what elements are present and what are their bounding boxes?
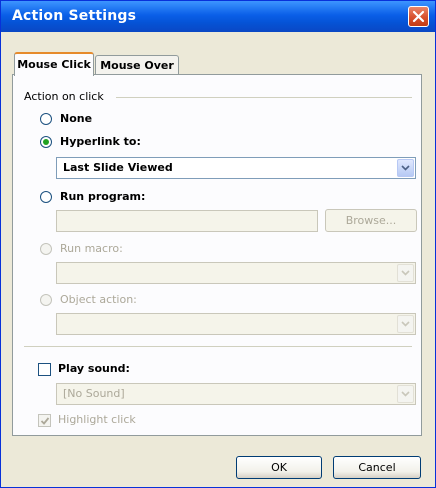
hyperlink-label[interactable]: Hyperlink to: bbox=[60, 135, 141, 148]
object-action-dropdown[interactable] bbox=[56, 313, 416, 335]
close-button[interactable] bbox=[408, 6, 429, 27]
run-macro-dropdown[interactable] bbox=[56, 262, 416, 284]
hyperlink-dropdown-button[interactable] bbox=[397, 159, 414, 177]
run-program-input[interactable] bbox=[56, 210, 318, 232]
tab-mouse-click[interactable]: Mouse Click bbox=[14, 52, 94, 76]
run-program-label[interactable]: Run program: bbox=[60, 190, 145, 203]
run-macro-dropdown-button[interactable] bbox=[397, 264, 414, 282]
cancel-button[interactable]: Cancel bbox=[333, 456, 421, 479]
dialog-title: Action Settings bbox=[12, 8, 137, 24]
sound-dropdown-button[interactable] bbox=[397, 385, 414, 403]
sound-dropdown[interactable]: [No Sound] bbox=[56, 383, 416, 405]
chevron-down-icon bbox=[401, 391, 410, 397]
highlight-click-checkbox[interactable] bbox=[38, 414, 51, 427]
tab-panel bbox=[12, 74, 422, 436]
hyperlink-dropdown[interactable]: Last Slide Viewed bbox=[56, 157, 416, 179]
chevron-down-icon bbox=[401, 270, 410, 276]
radio-selected-dot bbox=[43, 139, 49, 145]
object-action-radio[interactable] bbox=[40, 294, 52, 306]
run-program-radio[interactable] bbox=[40, 191, 52, 203]
chevron-down-icon bbox=[401, 321, 410, 327]
hyperlink-radio[interactable] bbox=[40, 136, 52, 148]
chevron-down-icon bbox=[401, 165, 410, 171]
object-action-dropdown-button[interactable] bbox=[397, 315, 414, 333]
action-group-label: Action on click bbox=[24, 90, 104, 103]
run-macro-label[interactable]: Run macro: bbox=[60, 242, 123, 255]
close-icon bbox=[412, 10, 425, 23]
sound-value: [No Sound] bbox=[63, 387, 125, 400]
none-label[interactable]: None bbox=[60, 112, 92, 125]
play-sound-checkbox[interactable] bbox=[38, 363, 51, 376]
title-bar[interactable]: Action Settings bbox=[1, 1, 435, 32]
play-sound-label[interactable]: Play sound: bbox=[58, 362, 130, 375]
ok-button[interactable]: OK bbox=[236, 456, 322, 479]
object-action-label[interactable]: Object action: bbox=[60, 293, 137, 306]
browse-button[interactable]: Browse... bbox=[325, 209, 417, 232]
none-radio[interactable] bbox=[40, 113, 52, 125]
checkmark-icon bbox=[40, 417, 50, 425]
group-divider bbox=[116, 97, 412, 98]
hyperlink-value: Last Slide Viewed bbox=[63, 161, 173, 174]
run-macro-radio[interactable] bbox=[40, 243, 52, 255]
highlight-click-label[interactable]: Highlight click bbox=[58, 413, 136, 426]
section-divider bbox=[24, 346, 412, 347]
